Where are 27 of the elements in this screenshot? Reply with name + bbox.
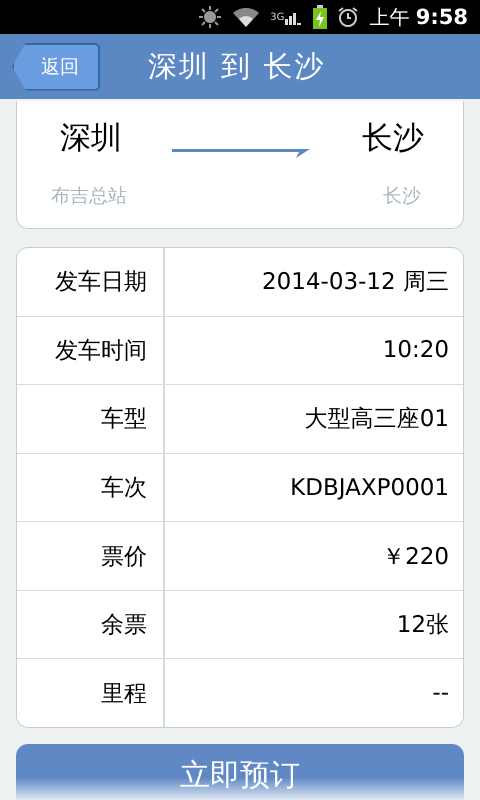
page-title: 深圳 到 长沙 [148, 48, 326, 84]
detail-value: -- [431, 680, 450, 706]
brightness-icon [198, 5, 222, 29]
back-button[interactable]: 返回 [12, 42, 100, 90]
detail-label: 里程 [17, 659, 165, 727]
detail-value: KDBJAXP0001 [289, 474, 450, 501]
departure-city: 深圳 [59, 119, 123, 158]
detail-label: 发车时间 [17, 316, 165, 384]
departure-station: 布吉总站 [51, 184, 127, 209]
battery-charging-icon [313, 5, 328, 29]
detail-value: 大型高三座01 [304, 405, 450, 434]
detail-label: 发车日期 [17, 248, 165, 316]
alarm-icon [337, 6, 360, 28]
clock: 上午 9:58 [369, 4, 468, 30]
detail-label: 票价 [17, 522, 165, 590]
detail-label: 车次 [17, 454, 165, 522]
arrival-station: 长沙 [383, 184, 421, 209]
wifi-icon [232, 6, 260, 28]
arrival-city: 长沙 [361, 119, 425, 158]
detail-value: 12张 [396, 611, 450, 640]
detail-value: 10:20 [382, 337, 450, 364]
detail-label: 余票 [17, 590, 165, 658]
detail-value: 2014-03-12 周三 [261, 268, 450, 298]
network-type: 3G [270, 12, 284, 22]
book-button[interactable]: 立即预订 [16, 744, 464, 800]
detail-value: ￥220 [381, 542, 450, 572]
detail-label: 车型 [17, 385, 165, 453]
